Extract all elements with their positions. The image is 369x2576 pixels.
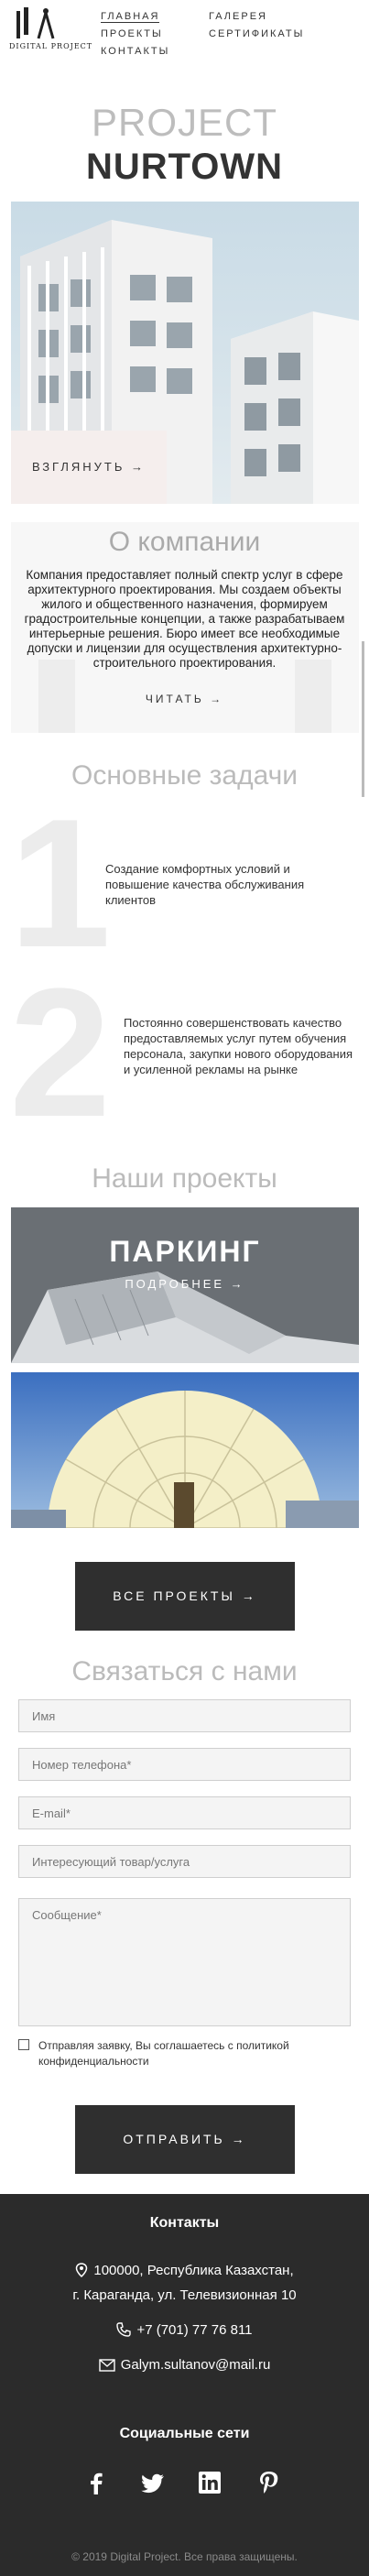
address-line-1: 100000, Республика Казахстан,	[0, 2263, 369, 2278]
task-text-2: Постоянно совершенствовать качество пред…	[124, 1016, 353, 1076]
phone-line[interactable]: +7 (701) 77 76 811	[0, 2322, 369, 2338]
address-line-2: г. Караганда, ул. Телевизионная 10	[72, 2287, 297, 2303]
nav-home[interactable]: ГЛАВНАЯ	[101, 11, 160, 23]
email-line[interactable]: Galym.sultanov@mail.ru	[0, 2357, 369, 2373]
mail-icon	[98, 2359, 115, 2372]
footer	[0, 2194, 369, 2576]
phone-icon	[116, 2322, 132, 2337]
about-read-link[interactable]: ЧИТАТЬ →	[0, 693, 369, 705]
facebook-icon[interactable]	[82, 2469, 110, 2496]
project-card-parking[interactable]: ПАРКИНГ ПОДРОБНЕЕ →	[11, 1207, 359, 1363]
project-more-link[interactable]: ПОДРОБНЕЕ →	[11, 1277, 359, 1291]
hero-building-image: ВЗГЛЯНУТЬ →	[11, 202, 359, 504]
agree-checkbox[interactable]	[18, 2039, 29, 2050]
logo-text: DIGITAL PROJECT	[9, 42, 93, 50]
location-icon	[76, 2263, 88, 2277]
social-title: Социальные сети	[119, 2426, 250, 2441]
hero-view-button[interactable]: ВЗГЛЯНУТЬ →	[11, 431, 167, 504]
project-card-dome[interactable]	[11, 1372, 359, 1528]
twitter-icon[interactable]	[139, 2469, 167, 2496]
project-name: ПАРКИНГ	[109, 1235, 261, 1268]
task-number-1: 1	[9, 781, 112, 986]
email-field[interactable]: E-mail*	[18, 1796, 351, 1829]
product-field[interactable]: Интересующий товар/услуга	[18, 1845, 351, 1878]
task-text-1: Создание комфортных условий и повышение …	[105, 862, 305, 907]
agree-text: Отправляя заявку, Вы соглашаетесь с поли…	[38, 2039, 289, 2068]
nav-contacts[interactable]: КОНТАКТЫ	[101, 46, 169, 57]
email-text[interactable]: Galym.sultanov@mail.ru	[121, 2357, 271, 2373]
contact-title: Связаться с нами	[71, 1656, 298, 1686]
about-text: Компания предоставляет полный спектр усл…	[24, 568, 345, 670]
name-field[interactable]: Имя	[18, 1699, 351, 1732]
address-text-1: 100000, Республика Казахстан,	[93, 2263, 294, 2278]
nav-gallery[interactable]: ГАЛЕРЕЯ	[209, 11, 267, 22]
pinterest-icon[interactable]	[255, 2469, 282, 2496]
nav-certificates[interactable]: СЕРТИФИКАТЫ	[209, 28, 304, 39]
linkedin-icon[interactable]	[196, 2469, 223, 2496]
hero-title-line2: NURTOWN	[85, 147, 284, 187]
hero-title-line1: PROJECT	[91, 101, 277, 144]
task-number-2: 2	[9, 951, 112, 1155]
projects-title: Наши проекты	[92, 1163, 277, 1194]
phone-field[interactable]: Номер телефона*	[18, 1748, 351, 1781]
submit-button[interactable]: ОТПРАВИТЬ →	[75, 2105, 295, 2174]
about-title: О компании	[108, 527, 261, 557]
all-projects-button[interactable]: ВСЕ ПРОЕКТЫ →	[75, 1562, 295, 1631]
logo-icon[interactable]	[11, 7, 62, 42]
contacts-title: Контакты	[149, 2215, 220, 2231]
message-field[interactable]: Сообщение*	[18, 1898, 351, 2026]
nav-projects[interactable]: ПРОЕКТЫ	[101, 28, 163, 39]
copyright: © 2019 Digital Project. Все права защище…	[71, 2550, 298, 2563]
phone-text[interactable]: +7 (701) 77 76 811	[136, 2322, 252, 2338]
